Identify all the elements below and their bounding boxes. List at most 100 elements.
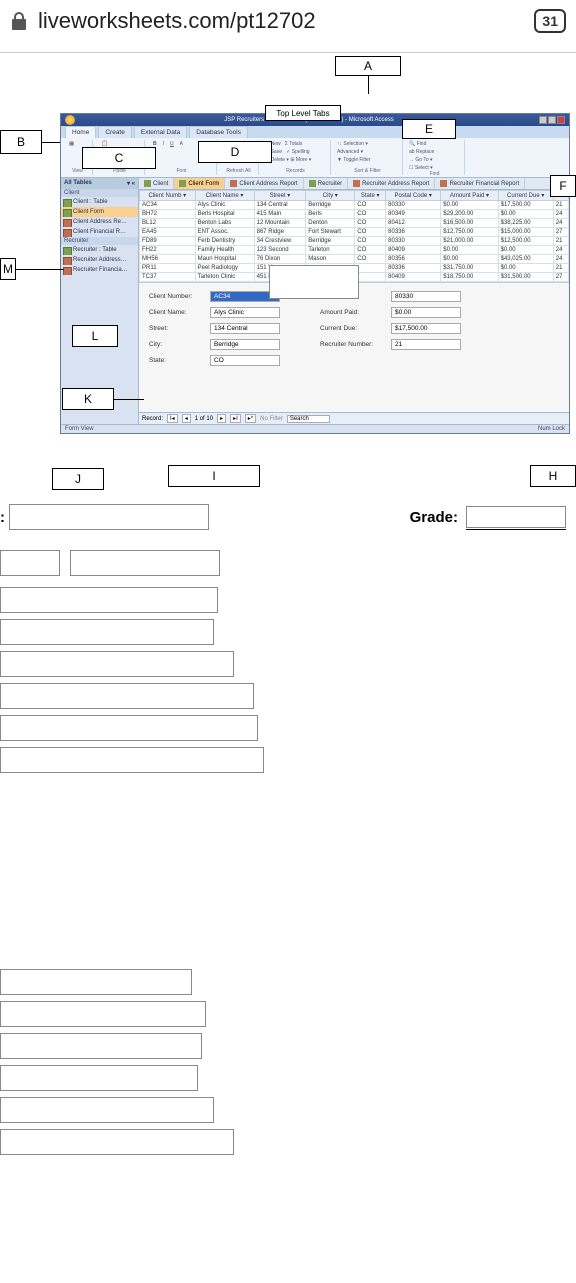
tab-count-button[interactable]: 31 [534, 9, 566, 33]
answer-stack-1 [0, 550, 566, 773]
minimize-button[interactable] [539, 116, 547, 124]
answer-input[interactable] [0, 1097, 214, 1123]
answer-input[interactable] [0, 715, 258, 741]
close-button[interactable] [557, 116, 565, 124]
nav-item[interactable]: Client : Table [61, 197, 138, 207]
delete-button[interactable]: ✖ Delete ▾ ⊞ More ▾ [265, 157, 326, 163]
field-street[interactable]: 134 Central [210, 323, 280, 334]
label-K: K [62, 388, 114, 410]
doc-tab[interactable]: Recruiter Financial Report [435, 178, 525, 189]
ribbon-tab-home[interactable]: Home [65, 126, 96, 138]
table-row[interactable]: FD89Ferb Dentistry34 CrestviewBerridgeCO… [140, 237, 569, 246]
font-underline[interactable]: U [168, 141, 176, 148]
nav-group-client[interactable]: Client [61, 189, 138, 197]
label-D: D [198, 141, 272, 163]
col-header[interactable]: Amount Paid ▾ [441, 191, 498, 201]
toggle-filter[interactable]: ▼ Toggle Filter [337, 157, 398, 163]
lbl-amount-paid: Amount Paid: [320, 309, 385, 316]
record-label: Record: [142, 416, 163, 422]
nav-item[interactable]: Client Address Re… [61, 217, 138, 227]
answer-input[interactable] [70, 550, 220, 576]
col-header[interactable]: City ▾ [306, 191, 355, 201]
answer-input[interactable] [0, 1033, 202, 1059]
nav-item[interactable]: Recruiter Financia… [61, 265, 138, 275]
nav-header[interactable]: All Tables▾ « [61, 178, 138, 189]
maximize-button[interactable] [548, 116, 556, 124]
office-orb[interactable] [65, 115, 75, 125]
table-row[interactable]: FH22Family Health123 SecondTarletonCO804… [140, 246, 569, 255]
nav-item[interactable]: Recruiter Address… [61, 255, 138, 265]
save-button[interactable]: ✎ Save ✓ Spelling [265, 149, 326, 155]
search-box[interactable]: Search [287, 415, 330, 423]
col-header[interactable]: Client Numb ▾ [140, 191, 196, 201]
find-button[interactable]: 🔍 Find [409, 141, 460, 147]
answer-input[interactable] [0, 1001, 206, 1027]
nav-item[interactable]: Client Form [61, 207, 138, 217]
table-row[interactable]: MH56Maun Hospital76 DixonMasonCO80356$0.… [140, 255, 569, 264]
answer-input[interactable] [0, 651, 234, 677]
nav-group-recruiter[interactable]: Recruiter [61, 237, 138, 245]
field-recruiter[interactable]: 21 [391, 339, 461, 350]
status-left: Form View [65, 426, 94, 432]
col-header[interactable]: Postal Code ▾ [386, 191, 441, 201]
field-amount-paid[interactable]: $0.00 [391, 307, 461, 318]
name-input[interactable] [9, 504, 209, 530]
label-H: H [530, 465, 576, 487]
table-row[interactable]: BL12Benton Labs12 MountainDentonCO80412$… [140, 219, 569, 228]
replace-button[interactable]: ab Replace [409, 149, 460, 155]
col-header[interactable]: Current Due ▾ [498, 191, 553, 201]
status-bar: Form View Num Lock [61, 424, 569, 433]
field-current-due[interactable]: $17,500.00 [391, 323, 461, 334]
form-detail: Client Number:AC34 Client Name:Alys Clin… [139, 282, 569, 412]
goto-button[interactable]: → Go To ▾ [409, 157, 460, 163]
line [42, 142, 60, 143]
ribbon-tab-create[interactable]: Create [98, 126, 132, 138]
nav-first[interactable]: I◂ [167, 414, 178, 423]
workarea: All Tables▾ « Client Client : Table Clie… [61, 178, 569, 424]
font-color[interactable]: A [178, 141, 185, 148]
view-button[interactable]: ▦ [67, 141, 76, 149]
answer-input[interactable] [0, 1065, 198, 1091]
table-row[interactable]: AC34Alys Clinic134 CentralBerridgeCO8033… [140, 201, 569, 210]
advanced-button[interactable]: Advanced ▾ [337, 149, 398, 155]
answer-input[interactable] [0, 747, 264, 773]
grade-input[interactable] [466, 506, 566, 528]
answer-input[interactable] [0, 619, 214, 645]
answer-input[interactable] [0, 969, 192, 995]
url-text[interactable]: liveworksheets.com/pt12702 [38, 8, 524, 34]
doc-tab[interactable]: Recruiter [304, 178, 348, 189]
doc-tab[interactable]: Client Address Report [225, 178, 303, 189]
line [368, 76, 369, 94]
record-navigator: Record: I◂ ◂ 1 of 10 ▸ ▸I ▸* No Filter S… [139, 412, 569, 424]
field-postal[interactable]: 80330 [391, 291, 461, 302]
nav-next[interactable]: ▸ [217, 414, 226, 423]
doc-tab[interactable]: Recruiter Address Report [348, 178, 435, 189]
col-header[interactable]: Street ▾ [254, 191, 306, 201]
ribbon-tab-dbtools[interactable]: Database Tools [189, 126, 248, 138]
doc-tab[interactable]: Client Form [174, 178, 225, 189]
fill-section: : Grade: [0, 504, 566, 1155]
font-italic[interactable]: I [161, 141, 166, 148]
field-city[interactable]: Berridge [210, 339, 280, 350]
doc-tab[interactable]: Client [139, 178, 174, 189]
sort-asc[interactable]: ↑↓ Selection ▾ [337, 141, 398, 147]
answer-input[interactable] [0, 1129, 234, 1155]
nav-prev[interactable]: ◂ [182, 414, 191, 423]
ribbon-tabs: Home Create External Data Database Tools [61, 126, 569, 138]
nav-item[interactable]: Recruiter : Table [61, 245, 138, 255]
answer-input[interactable] [0, 683, 254, 709]
nav-last[interactable]: ▸I [230, 414, 241, 423]
answer-input[interactable] [0, 550, 60, 576]
field-client-name[interactable]: Alys Clinic [210, 307, 280, 318]
table-row[interactable]: EA45ENT Assoc.867 RidgeFort StewartCO803… [140, 228, 569, 237]
answer-input[interactable] [0, 587, 218, 613]
nav-item[interactable]: Client Financial R… [61, 227, 138, 237]
no-filter[interactable]: No Filter [260, 416, 283, 422]
col-header[interactable]: State ▾ [355, 191, 386, 201]
field-state[interactable]: CO [210, 355, 280, 366]
ribbon-tab-external[interactable]: External Data [134, 126, 187, 138]
table-row[interactable]: BH72Berls Hospital415 MainBerlsCO80349$2… [140, 210, 569, 219]
nav-new[interactable]: ▸* [245, 414, 256, 423]
col-header[interactable]: Client Name ▾ [195, 191, 254, 201]
new-button[interactable]: ✦ New Σ Totals [265, 141, 326, 147]
